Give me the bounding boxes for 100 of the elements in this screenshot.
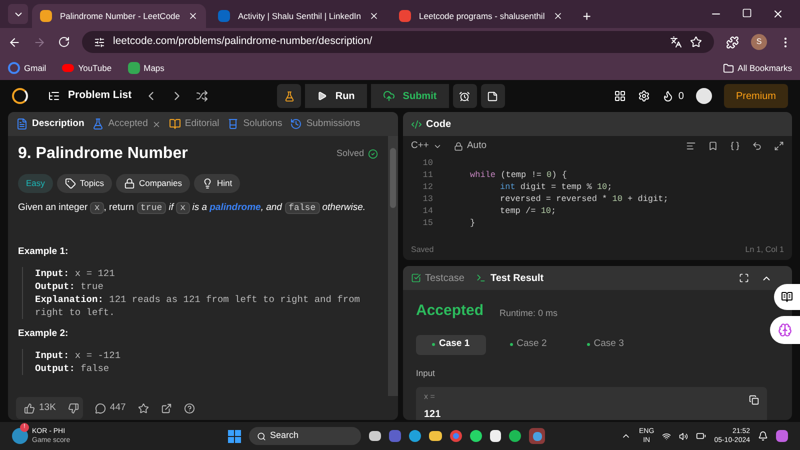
variable-label: x = <box>424 391 435 404</box>
format-icon[interactable] <box>686 141 696 151</box>
code-icon <box>411 118 422 130</box>
line-number: 15 <box>422 217 433 229</box>
speech-bubble-icon <box>94 402 106 414</box>
code-line: } <box>470 218 476 228</box>
lock-icon <box>124 178 135 189</box>
forward-icon[interactable] <box>33 36 46 48</box>
flask-icon <box>284 90 295 102</box>
panel-tab[interactable]: Accepted <box>92 116 161 132</box>
bookmark-link[interactable]: Maps <box>128 62 164 74</box>
extensions-icon[interactable] <box>726 36 739 48</box>
flask-icon <box>92 118 104 130</box>
fullscreen-icon[interactable] <box>739 273 749 283</box>
volume-icon[interactable] <box>679 432 688 440</box>
case-tab[interactable]: Case 3 <box>570 334 640 354</box>
notes-button[interactable] <box>480 84 505 108</box>
problem-list-button[interactable]: Problem List <box>48 88 132 104</box>
star-icon[interactable] <box>138 402 149 414</box>
close-icon[interactable] <box>552 11 563 21</box>
example-line: Output: false <box>35 362 110 376</box>
panel-tab[interactable]: Solutions <box>227 116 282 132</box>
example-heading: Example 2: <box>18 327 70 341</box>
battery-icon[interactable] <box>696 431 706 441</box>
comments-button[interactable]: 447 <box>94 400 126 416</box>
topic-chip[interactable]: Topics <box>56 174 112 193</box>
reader-button[interactable] <box>774 284 800 310</box>
cursor-position: Ln 1, Col 1 <box>745 244 784 256</box>
code-line: int digit = temp % 10; <box>500 182 612 192</box>
start-icon[interactable] <box>228 430 241 442</box>
problem-title: 9. Palindrome Number <box>18 144 188 164</box>
close-icon[interactable] <box>188 11 198 21</box>
panel-title: Code <box>426 118 451 132</box>
reset-icon[interactable] <box>752 141 762 151</box>
assistant-button[interactable] <box>770 316 800 344</box>
list-icon <box>48 90 60 102</box>
expand-icon[interactable] <box>774 141 784 151</box>
terminal-icon <box>476 273 486 283</box>
wifi-icon[interactable] <box>662 432 672 440</box>
share-icon[interactable] <box>160 402 172 414</box>
submit-button[interactable]: Submit <box>370 84 449 108</box>
app-icon[interactable] <box>529 428 545 444</box>
code-line: while (temp != 0) { <box>470 170 567 180</box>
alarm-clock-icon <box>459 90 470 102</box>
cloud-upload-icon <box>382 90 395 102</box>
line-number: 14 <box>422 205 433 217</box>
taskbar-search-field[interactable]: Search <box>249 427 361 445</box>
topic-chip[interactable]: Hint <box>194 174 240 193</box>
settings-icon[interactable] <box>638 90 650 102</box>
shuffle-icon[interactable] <box>196 90 208 102</box>
debug-button[interactable] <box>277 84 302 108</box>
run-button[interactable]: Run <box>305 84 367 108</box>
restore-icon[interactable] <box>742 8 752 18</box>
close-window-icon[interactable] <box>772 8 784 20</box>
line-number: 12 <box>422 181 433 193</box>
braces-icon[interactable] <box>730 141 740 151</box>
layout-icon[interactable] <box>614 90 626 102</box>
translate-icon[interactable] <box>670 36 682 48</box>
tab-title: Palindrome Number - LeetCode <box>60 10 180 22</box>
logo-icon[interactable] <box>12 88 28 104</box>
copy-icon[interactable] <box>749 395 759 406</box>
line-number: 11 <box>422 169 433 181</box>
history-icon <box>290 118 302 130</box>
save-status: Saved <box>411 244 434 256</box>
palindrome-link[interactable]: palindrome <box>210 202 261 213</box>
close-icon[interactable] <box>369 11 380 21</box>
bookmark-link[interactable]: Gmail <box>8 62 46 74</box>
browser-tab[interactable]: Palindrome Number - LeetCode <box>32 4 206 28</box>
example-heading: Example 1: <box>18 244 70 259</box>
solved-status: Solved <box>336 147 378 161</box>
tab-search-button[interactable] <box>8 4 28 24</box>
panel-tab[interactable]: Submissions <box>290 116 360 132</box>
reload-icon[interactable] <box>58 36 70 48</box>
browser-tab[interactable]: Leetcode programs - shalusenthil <box>391 4 571 28</box>
bookmark-link[interactable]: YouTube <box>62 62 112 74</box>
brain-icon <box>778 323 792 337</box>
example-line: Input: x = -121 <box>35 349 122 362</box>
all-bookmarks-button[interactable]: All Bookmarks <box>722 62 792 74</box>
panel-tab[interactable]: Editorial <box>168 116 220 132</box>
result-tab[interactable]: Test Result <box>476 270 544 286</box>
address-field[interactable]: leetcode.com/problems/palindrome-number/description/ <box>82 31 714 53</box>
book-icon <box>781 291 793 303</box>
case-tab[interactable]: Case 1 <box>416 334 486 354</box>
user-avatar[interactable] <box>696 88 712 104</box>
premium-button[interactable]: Premium <box>724 84 788 108</box>
bookmark-icon[interactable] <box>708 141 718 151</box>
back-icon[interactable] <box>8 36 21 48</box>
help-icon[interactable] <box>184 402 195 414</box>
topic-chip[interactable]: Companies <box>116 174 190 193</box>
timer-button[interactable] <box>452 84 477 108</box>
browser-tab[interactable]: Activity | Shalu Senthil | LinkedIn <box>210 4 388 28</box>
streak-counter[interactable]: 0 <box>662 88 684 104</box>
language-dropdown[interactable]: C++ <box>411 138 442 154</box>
case-tab[interactable]: Case 2 <box>494 334 563 354</box>
site-info-icon[interactable] <box>94 36 105 48</box>
bell-icon[interactable] <box>758 431 768 441</box>
panel-tab[interactable]: Description <box>16 116 84 132</box>
result-tab[interactable]: Testcase <box>411 270 464 286</box>
new-tab-button[interactable]: + <box>574 4 599 28</box>
profile-avatar[interactable]: S <box>751 34 767 50</box>
